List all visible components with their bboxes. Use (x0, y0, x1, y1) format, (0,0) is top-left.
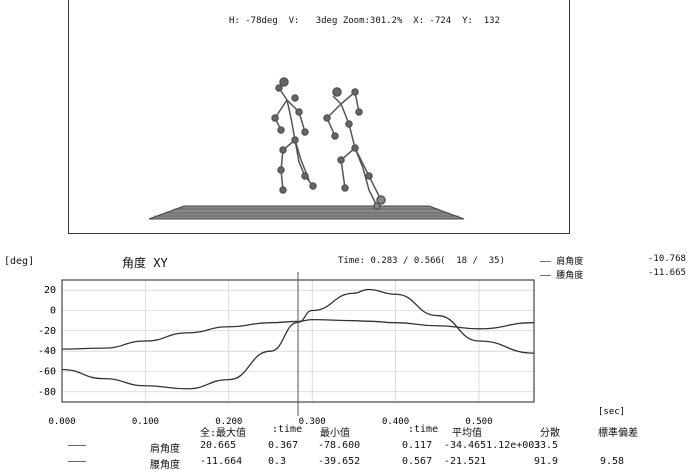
stats-cell: 91.9 (534, 456, 559, 467)
skeleton-figure-left (271, 77, 317, 194)
stats-row-swatch: ——— (68, 456, 87, 467)
hud-x: X: -724 (413, 16, 452, 26)
y-tick-label: -80 (38, 387, 56, 398)
y-unit-label: [deg] (4, 256, 35, 267)
stats-cell: 0.567 (402, 456, 433, 467)
hud-zoom: Zoom:301.2% (342, 16, 403, 26)
3d-viewport[interactable]: H: -78deg V: 3deg Zoom:301.2% X: -724 Y:… (68, 0, 570, 234)
legend-item-waist: —— 腰角度 (540, 271, 584, 281)
stats-header: :time (272, 424, 303, 435)
camera-hud: H: -78deg V: 3deg Zoom:301.2% X: -724 Y:… (229, 16, 500, 26)
series-line-shoulder (61, 318, 535, 350)
stats-header: :time (408, 424, 439, 435)
stats-cell: 0.367 (268, 440, 299, 451)
legend-item-shoulder: —— 肩角度 (540, 257, 584, 267)
stats-cell: -21.521 (444, 456, 487, 467)
frame-readout: ( 18 / 35) (440, 256, 506, 266)
legend-label-shoulder: 肩角度 (556, 257, 584, 267)
chart-ticks: 200-20-40-60-800.000 0.100 0.200 0.300 0.400… (38, 285, 493, 427)
y-tick-label: 0 (50, 306, 56, 317)
stats-cell: -11.664 (200, 456, 243, 467)
stats-cell: -78.600 (318, 440, 361, 451)
skeleton-figure-right (323, 87, 386, 210)
time-readout: Time: 0.283 / 0.566 (338, 256, 441, 266)
stats-cell: 0.117 (402, 440, 433, 451)
x-tick-label: 0.400 (382, 417, 409, 427)
stats-row-label: 腰角度 (150, 460, 180, 471)
chart-series (61, 288, 535, 390)
stats-header: 全:最大值 (200, 428, 247, 439)
stats-cell: 20.665 (200, 440, 237, 451)
stats-row-label: 肩角度 (150, 444, 180, 455)
series-line-waist (61, 288, 535, 390)
hud-y: Y: 132 (462, 16, 500, 26)
y-tick-label: -40 (38, 346, 56, 357)
x-tick-label: 0.000 (48, 417, 75, 427)
chart-axes (61, 279, 535, 403)
stats-header: 平均值 (452, 428, 482, 439)
floor-grid (148, 205, 465, 220)
graph-title: 角度 XY (122, 256, 168, 270)
stats-row-swatch: ——— (68, 440, 87, 451)
stats-cell: -39.652 (318, 456, 361, 467)
stats-header: 最小值 (320, 428, 350, 439)
stats-cell: 0.3 (268, 456, 287, 467)
legend-value-shoulder: -10.768 (648, 254, 686, 264)
graph-header: [deg] 角度 XY Time: 0.283 / 0.566 ( 18 / 3… (0, 238, 691, 288)
hud-h: H: -78deg (229, 16, 278, 26)
legend-label-waist: 腰角度 (556, 271, 584, 281)
stats-cell: 9.58 (600, 456, 625, 467)
y-tick-label: -20 (38, 326, 56, 337)
plot-frame (61, 279, 535, 403)
chart-grid (61, 280, 534, 402)
skeleton-scene[interactable] (69, 0, 569, 233)
x-axis-unit: [sec] (598, 407, 625, 417)
legend-value-waist: -11.665 (648, 268, 686, 278)
stats-cell: -34.4651.12e+003 (444, 440, 541, 451)
stats-cell: 33.5 (534, 440, 559, 451)
hud-v: V: 3deg (288, 16, 338, 26)
stats-header: 標準偏差 (598, 428, 638, 439)
y-tick-label: -60 (38, 367, 56, 378)
x-tick-label: 0.100 (132, 417, 159, 427)
stats-header: 分散 (540, 428, 560, 439)
